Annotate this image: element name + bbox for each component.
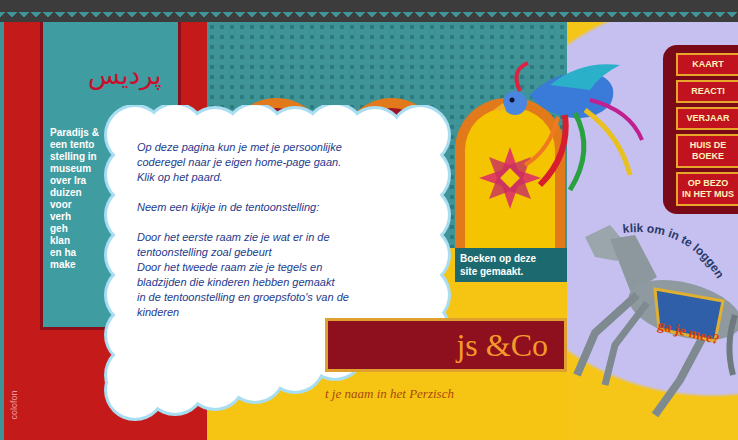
tile-window: [465, 108, 555, 248]
cloud-paragraph: Neem een kijkje in de tentoonstelling:: [137, 200, 349, 215]
menu-label: OP BEZO: [680, 178, 736, 189]
menu-label: REACTI: [680, 86, 736, 97]
phoenix-bird-icon: [470, 55, 645, 195]
cloud-line: Klik op het paard.: [137, 170, 349, 185]
cloud-line: Door het tweede raam zie je tegels en: [137, 260, 349, 275]
horse-question[interactable]: ga je mee?: [656, 317, 721, 347]
banner-title: js &Co: [456, 327, 548, 364]
cloud-paragraph: Op deze pagina kun je met je persoonlijk…: [137, 140, 349, 185]
caption-line: Boeken op deze: [460, 252, 562, 265]
cloud-line: in de tentoonstelling en groepsfoto's va…: [137, 290, 349, 305]
cloud-line: Op deze pagina kun je met je persoonlijk…: [137, 140, 349, 155]
cloud-line: kinderen: [137, 305, 349, 320]
cloud-line: coderegel naar je eigen home-page gaan.: [137, 155, 349, 170]
menu-button[interactable]: HUIS DEBOEKE: [676, 134, 738, 168]
cloud-paragraph: Door het eerste raam zie je wat er in de…: [137, 230, 349, 320]
books-caption: Boeken op dezesite gemaakt.: [455, 248, 567, 282]
menu-button[interactable]: REACTI: [676, 80, 738, 103]
info-cloud: Op deze pagina kun je met je persoonlijk…: [75, 105, 475, 425]
menu-button[interactable]: KAART: [676, 53, 738, 76]
cloud-text: Op deze pagina kun je met je persoonlijk…: [137, 140, 349, 335]
cloud-line: tentoonstelling zoal gebeurt: [137, 245, 349, 260]
menu-label: IN HET MUS: [680, 189, 736, 200]
logo-text[interactable]: پردیس: [88, 60, 162, 90]
colofon-area: colofon: [4, 400, 24, 410]
menu-label: HUIS DE: [680, 140, 736, 151]
colofon-link[interactable]: colofon: [9, 390, 19, 419]
caption-line: site gemaakt.: [460, 265, 562, 278]
cloud-line: Door het eerste raam zie je wat er in de: [137, 230, 349, 245]
menu-button[interactable]: OP BEZOIN HET MUS: [676, 172, 738, 206]
menu-label: VERJAAR: [680, 113, 736, 124]
cloud-line: bladzijden die kinderen hebben gemaakt: [137, 275, 349, 290]
horse-login[interactable]: klik om in te loggen ga je mee?: [555, 215, 738, 430]
page: پردیسParadijs &een tentostelling inmuseu…: [0, 0, 738, 440]
star-tile-icon: [475, 143, 545, 213]
menu: KAART REACTI VERJAAR HUIS DEBOEKE OP BEZOIN …: [663, 45, 738, 214]
cloud-line: Neem een kijkje in de tentoonstelling:: [137, 200, 349, 215]
menu-button[interactable]: VERJAAR: [676, 107, 738, 130]
login-arc-text[interactable]: klik om in te loggen: [622, 221, 727, 281]
persian-name-link[interactable]: t je naam in het Perzisch: [325, 386, 567, 402]
menu-label: KAART: [680, 59, 736, 70]
title-banner: js &Co: [325, 318, 567, 372]
menu-label: BOEKE: [680, 151, 736, 162]
top-bar: [0, 0, 738, 22]
